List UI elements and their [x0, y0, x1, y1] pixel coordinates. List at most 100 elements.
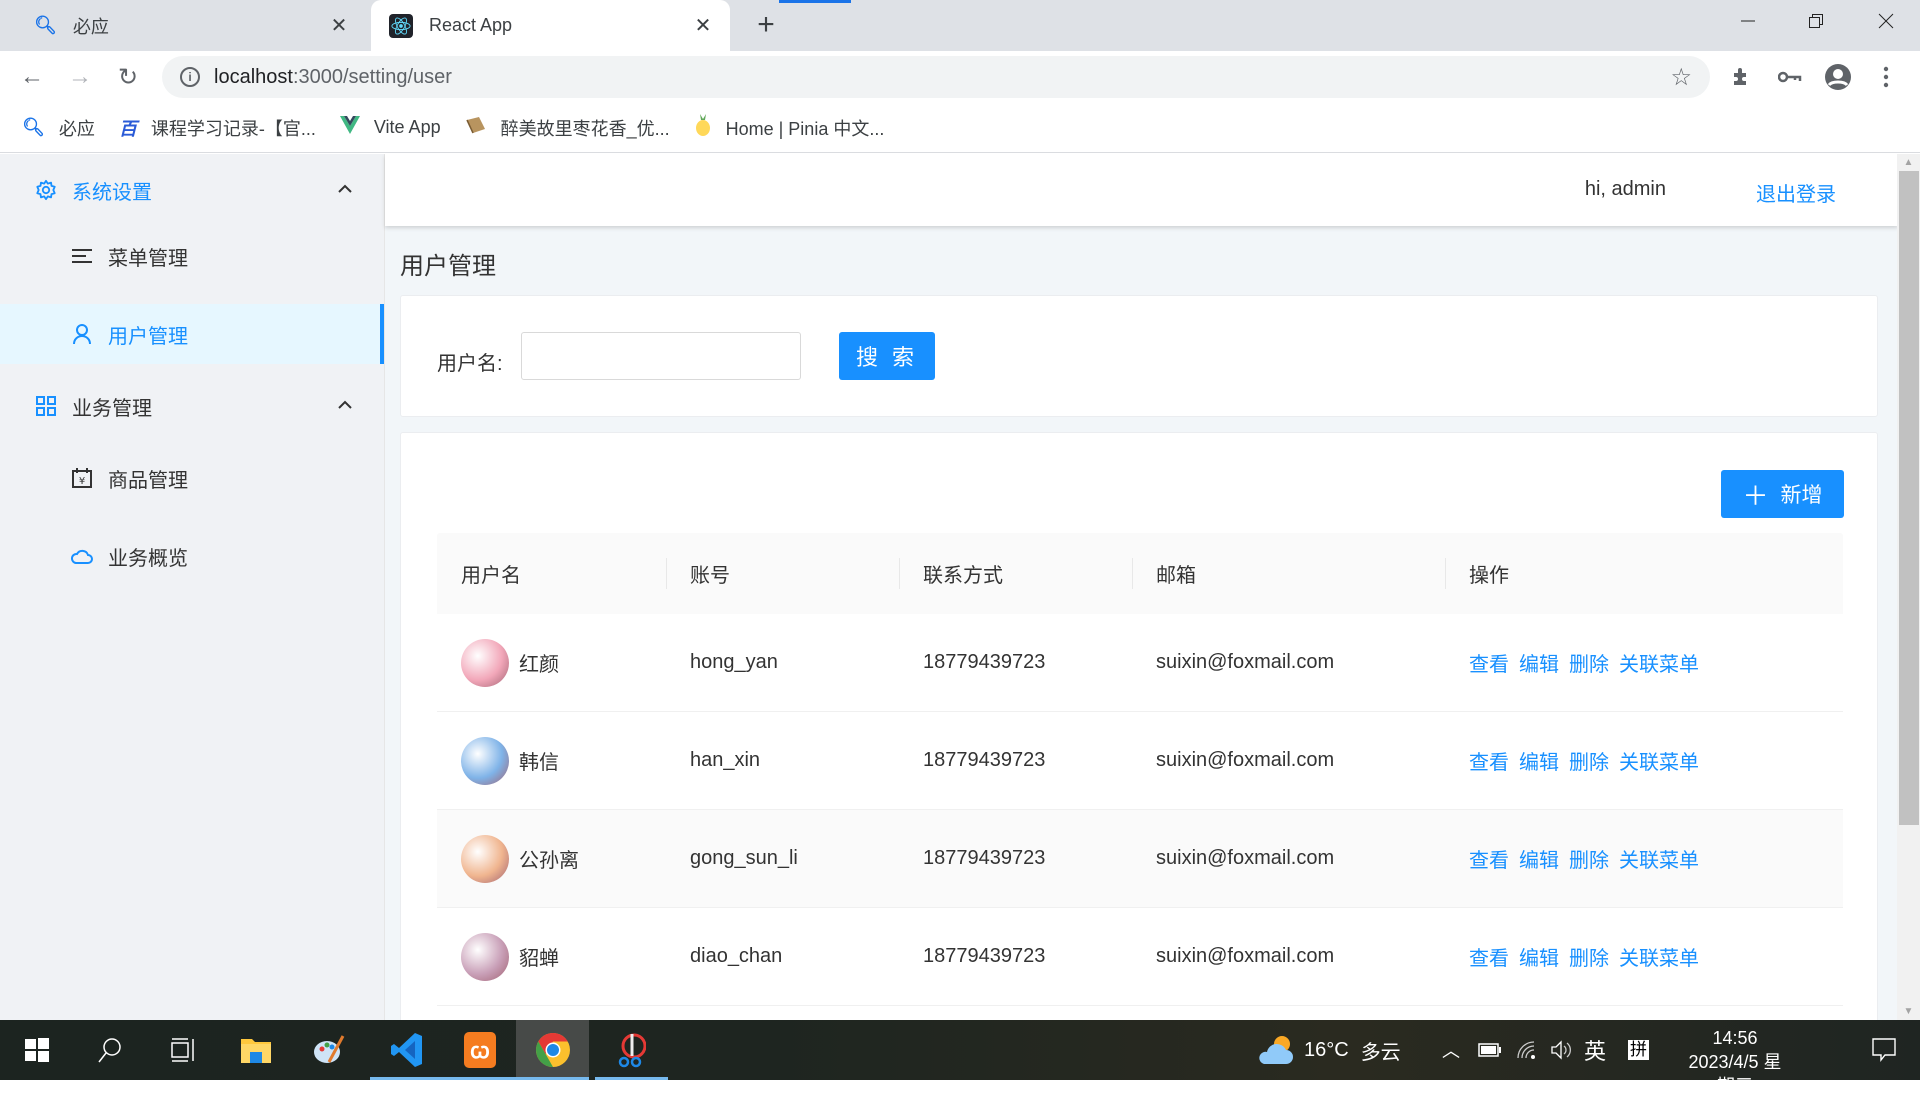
taskbar-search-button[interactable]	[73, 1020, 146, 1080]
search-card: 用户名: 搜 索	[400, 295, 1878, 417]
action-link-edit[interactable]: 编辑	[1519, 942, 1559, 971]
key-icon[interactable]	[1774, 61, 1806, 93]
svg-text:ꞷ: ꞷ	[470, 1039, 490, 1064]
show-hidden-icons-button[interactable]: ︿	[1442, 1020, 1460, 1080]
taskbar-file-explorer[interactable]	[219, 1020, 292, 1080]
url-text[interactable]: localhost:3000/setting/user	[214, 66, 452, 89]
bookmark-pinia[interactable]: Home | Pinia 中文...	[694, 114, 884, 141]
chevron-up-icon	[338, 397, 352, 415]
plus-icon: ＋	[1742, 480, 1769, 511]
menu-group-business-management[interactable]: 业务管理	[0, 370, 384, 442]
bookmark-label: 课程学习记录-【官...	[150, 118, 316, 139]
taskbar-chrome[interactable]	[516, 1020, 589, 1080]
bookmark-vite[interactable]: Vite App	[339, 116, 441, 139]
action-link-delete[interactable]: 删除	[1569, 746, 1609, 775]
bookmark-label: 必应	[58, 118, 95, 139]
menu-group-label: 系统设置	[72, 181, 152, 204]
close-tab-icon[interactable]: ✕	[688, 13, 718, 38]
address-bar[interactable]: i localhost:3000/setting/user ☆	[162, 56, 1710, 98]
system-clock[interactable]: 14:56 2023/4/5 星期三	[1680, 1026, 1790, 1098]
extensions-icon[interactable]	[1726, 61, 1758, 93]
action-link-delete[interactable]: 删除	[1569, 844, 1609, 873]
search-button[interactable]: 搜 索	[839, 332, 935, 380]
logout-link[interactable]: 退出登录	[1756, 178, 1836, 207]
cell-phone: 18779439723	[923, 749, 1046, 771]
menu-item-label: 用户管理	[108, 325, 188, 348]
action-link-link-menu[interactable]: 关联菜单	[1619, 746, 1699, 775]
main-content: hi, admin 退出登录 用户管理 用户名: 搜 索 ＋ 新增 用户名 账号…	[384, 154, 1897, 1020]
cell-phone: 18779439723	[923, 847, 1046, 869]
menu-group-system-settings[interactable]: 系统设置	[0, 154, 384, 226]
ime-language[interactable]: 英	[1584, 1020, 1606, 1080]
volume-icon[interactable]	[1550, 1020, 1572, 1080]
tab-loading-indicator	[779, 0, 851, 3]
profile-icon[interactable]	[1822, 61, 1854, 93]
ime-mode[interactable]: 拼	[1628, 1020, 1649, 1080]
bookmark-star-icon[interactable]: ☆	[1670, 63, 1692, 92]
cell-actions: 查看 编辑 删除 关联菜单	[1445, 614, 1843, 712]
sidebar-item-product-management[interactable]: ¥ 商品管理	[0, 448, 384, 508]
cell-username: 韩信	[437, 712, 666, 810]
taskbar-snipping-tool[interactable]	[595, 1020, 668, 1080]
battery-icon[interactable]	[1478, 1020, 1502, 1080]
wifi-icon[interactable]	[1516, 1020, 1538, 1080]
user-icon	[70, 322, 94, 346]
tab-bing[interactable]: 🔍︎ 必应 ✕	[16, 0, 366, 51]
cell-phone: 18779439723	[923, 651, 1046, 673]
restore-icon	[1809, 14, 1823, 28]
username-search-input[interactable]	[521, 332, 801, 380]
reload-button[interactable]: ↻	[112, 61, 144, 93]
action-link-edit[interactable]: 编辑	[1519, 746, 1559, 775]
action-link-edit[interactable]: 编辑	[1519, 844, 1559, 873]
taskbar-vscode[interactable]	[370, 1020, 443, 1080]
notification-center-button[interactable]	[1848, 1020, 1920, 1080]
scroll-down-arrow-icon[interactable]: ▼	[1897, 1003, 1920, 1020]
restore-button[interactable]	[1782, 0, 1850, 42]
page-title: 用户管理	[400, 253, 496, 280]
action-link-edit[interactable]: 编辑	[1519, 648, 1559, 677]
cell-email: suixin@foxmail.com	[1156, 847, 1335, 869]
svg-text:¥: ¥	[79, 476, 85, 487]
task-view-button[interactable]	[146, 1020, 219, 1080]
action-link-link-menu[interactable]: 关联菜单	[1619, 844, 1699, 873]
minimize-button[interactable]	[1714, 0, 1782, 42]
bookmark-course[interactable]: 百课程学习记录-【官...	[119, 115, 316, 141]
action-link-view[interactable]: 查看	[1469, 648, 1509, 677]
action-link-view[interactable]: 查看	[1469, 942, 1509, 971]
add-button-label: 新增	[1780, 484, 1823, 507]
action-link-view[interactable]: 查看	[1469, 746, 1509, 775]
taskbar-paint[interactable]	[292, 1020, 365, 1080]
add-user-button[interactable]: ＋ 新增	[1721, 470, 1844, 518]
url-path: :3000/setting/user	[292, 65, 452, 88]
sidebar-item-menu-management[interactable]: 菜单管理	[0, 226, 384, 286]
tab-react-app[interactable]: React App ✕	[371, 0, 730, 51]
sidebar-item-user-management[interactable]: 用户管理	[0, 304, 384, 364]
start-button[interactable]	[0, 1020, 73, 1080]
more-menu-icon[interactable]	[1870, 61, 1902, 93]
bookmark-book[interactable]: 醉美故里枣花香_优...	[465, 115, 670, 141]
action-link-link-menu[interactable]: 关联菜单	[1619, 942, 1699, 971]
username-label: 用户名:	[437, 353, 503, 375]
snipping-tool-icon	[618, 1033, 646, 1068]
back-button[interactable]: ←	[16, 61, 48, 93]
book-icon	[465, 116, 487, 139]
chevron-up-icon	[338, 181, 352, 199]
top-header: hi, admin 退出登录	[385, 154, 1897, 226]
scroll-up-arrow-icon[interactable]: ▲	[1897, 154, 1920, 171]
action-link-link-menu[interactable]: 关联菜单	[1619, 648, 1699, 677]
forward-button[interactable]: →	[64, 61, 96, 93]
weather-widget[interactable]: 16°C 多云	[1256, 1020, 1401, 1080]
close-window-button[interactable]	[1852, 0, 1920, 42]
cell-username: 红颜	[437, 614, 666, 712]
bookmark-bing[interactable]: 🔍︎ 必应	[22, 115, 95, 141]
taskbar-xampp[interactable]: ꞷ	[443, 1020, 516, 1080]
info-icon[interactable]: i	[180, 67, 200, 87]
sidebar-item-business-overview[interactable]: 业务概览	[0, 526, 384, 586]
close-tab-icon[interactable]: ✕	[324, 13, 354, 38]
action-link-delete[interactable]: 删除	[1569, 648, 1609, 677]
action-link-delete[interactable]: 删除	[1569, 942, 1609, 971]
action-link-view[interactable]: 查看	[1469, 844, 1509, 873]
scrollbar-thumb[interactable]	[1899, 171, 1919, 825]
new-tab-button[interactable]: +	[748, 8, 784, 44]
page-scrollbar[interactable]: ▲ ▼	[1897, 154, 1920, 1020]
